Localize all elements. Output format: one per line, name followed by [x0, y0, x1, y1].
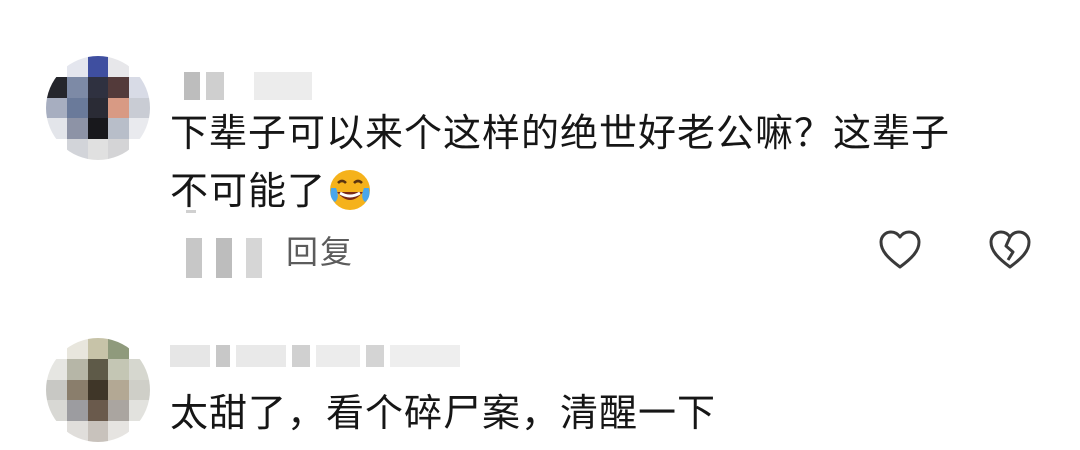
username[interactable]	[170, 345, 460, 367]
comment-line: 太甜了，看个碎尸案，清醒一下	[170, 391, 717, 435]
reply-button[interactable]: 回复	[286, 230, 354, 274]
broken-heart-icon[interactable]	[986, 226, 1034, 274]
comment-line: 不可能了	[170, 162, 1030, 220]
comment-line-text: 不可能了	[170, 169, 327, 213]
avatar[interactable]	[46, 56, 150, 160]
comment-line: 下辈子可以来个这样的绝世好老公嘛？这辈子	[170, 111, 951, 155]
username[interactable]	[184, 72, 312, 100]
laughing-tears-emoji-icon	[330, 170, 371, 210]
comment-text: 太甜了，看个碎尸案，清醒一下	[170, 384, 1030, 442]
divider	[186, 210, 196, 213]
avatar[interactable]	[46, 338, 150, 442]
comment-list: 下辈子可以来个这样的绝世好老公嘛？这辈子 不可能了 回复 太甜了，看个碎尸案，清…	[0, 0, 1080, 450]
heart-outline-icon[interactable]	[876, 226, 924, 274]
comment-text: 下辈子可以来个这样的绝世好老公嘛？这辈子 不可能了	[170, 104, 1030, 220]
comment-meta	[186, 238, 262, 278]
